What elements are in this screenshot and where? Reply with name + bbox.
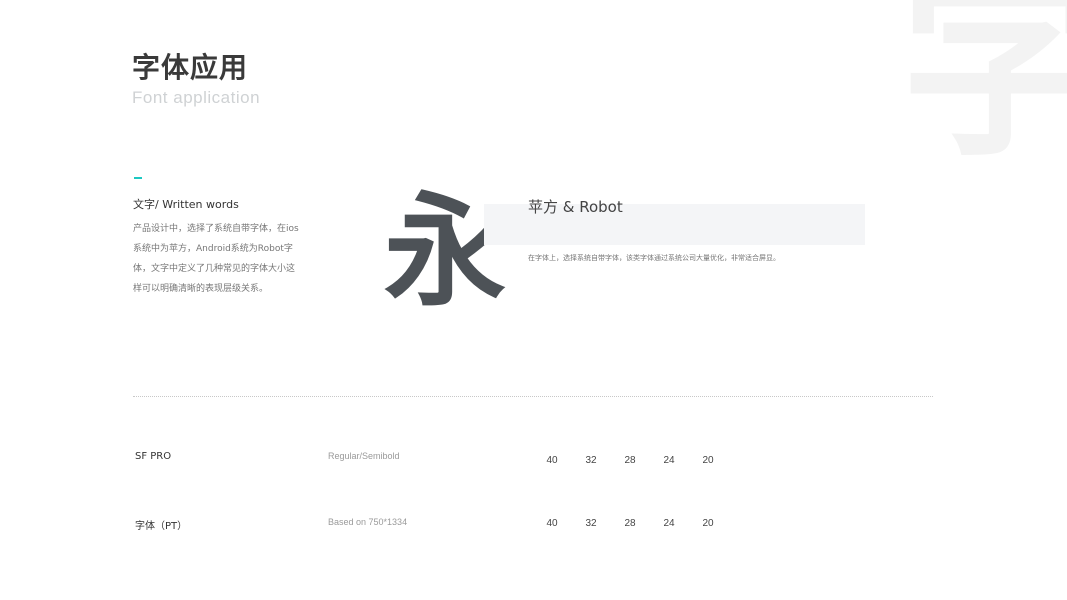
size-value: 32 (585, 455, 597, 466)
section-description: 产品设计中，选择了系统自带字体，在ios系统中为苹方，Android系统为Rob… (133, 224, 299, 294)
page-title: 字体应用 (132, 51, 249, 84)
size-value: 40 (546, 455, 558, 466)
size-value: 28 (624, 518, 636, 529)
size-value: 20 (702, 455, 714, 466)
size-value: 32 (585, 518, 597, 529)
row-sub-pt: Based on 750*1334 (328, 517, 408, 527)
section-heading: 文字/ Written words (133, 198, 239, 211)
row-label-pt: 字体（PT） (135, 521, 188, 532)
size-value: 24 (663, 455, 675, 466)
size-value: 40 (546, 518, 558, 529)
accent-bar (134, 177, 142, 179)
font-name: 苹方 & Robot (528, 198, 623, 216)
size-value: 24 (663, 518, 675, 529)
background-watermark-char: 字 (900, 0, 1067, 184)
page-subtitle: Font application (132, 88, 261, 107)
size-value: 28 (624, 455, 636, 466)
font-description: 在字体上，选择系统自带字体，该类字体通过系统公司大量优化，非常适合屏显。 (528, 254, 780, 262)
row-sub-sf-pro: Regular/Semibold (328, 451, 400, 461)
row-label-sf-pro: SF PRO (135, 451, 172, 462)
size-value: 20 (702, 518, 714, 529)
dotted-divider (133, 396, 933, 397)
